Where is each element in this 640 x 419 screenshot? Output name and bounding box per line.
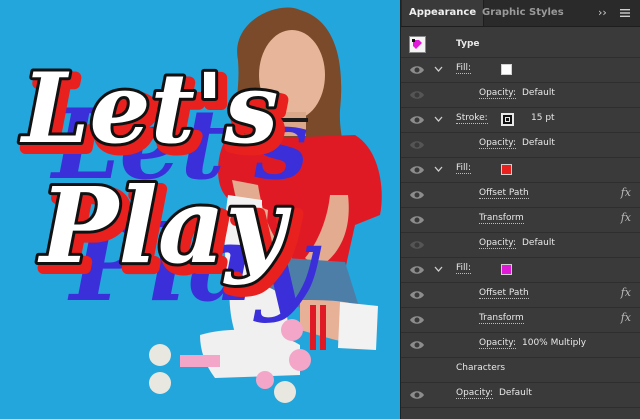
- collapse-panel-button[interactable]: ››: [598, 0, 607, 26]
- appearance-header-row[interactable]: Type: [401, 32, 640, 58]
- fill-color-swatch[interactable]: [501, 64, 512, 75]
- fx-icon[interactable]: fx: [621, 286, 631, 299]
- visibility-eye-icon[interactable]: [409, 114, 425, 126]
- opacity-row-3[interactable]: Opacity: Default: [401, 233, 640, 258]
- opacity-label[interactable]: Opacity:: [479, 338, 516, 349]
- fill-label[interactable]: Fill:: [456, 263, 472, 274]
- fill-label[interactable]: Fill:: [456, 63, 472, 74]
- opacity-row-5[interactable]: Opacity: Default: [401, 383, 640, 408]
- artwork-canvas[interactable]: Let's Play Let's Play Let's Play: [0, 0, 400, 419]
- offset-path-row-1[interactable]: Offset Path fx: [401, 183, 640, 208]
- chevron-down-icon[interactable]: [434, 66, 443, 72]
- opacity-row-1[interactable]: Opacity: Default: [401, 83, 640, 108]
- artwork-text-line1: Let's: [19, 52, 278, 165]
- opacity-label[interactable]: Opacity:: [479, 138, 516, 149]
- opacity-value: Default: [522, 88, 555, 98]
- fill-row-3[interactable]: Fill:: [401, 258, 640, 283]
- opacity-label[interactable]: Opacity:: [479, 238, 516, 249]
- stroke-weight-value[interactable]: 15 pt: [531, 113, 555, 123]
- characters-label: Characters: [456, 363, 506, 373]
- visibility-eye-icon[interactable]: [409, 214, 425, 226]
- fill-row-1[interactable]: Fill:: [401, 58, 640, 83]
- offset-path-row-2[interactable]: Offset Path fx: [401, 283, 640, 308]
- characters-row[interactable]: Characters: [401, 358, 640, 383]
- opacity-value: 100% Multiply: [522, 338, 587, 348]
- artwork-svg: Let's Play Let's Play Let's Play: [16, 7, 382, 403]
- visibility-eye-icon[interactable]: [409, 314, 425, 326]
- fill-color-swatch[interactable]: [501, 264, 512, 275]
- visibility-eye-icon[interactable]: [409, 164, 425, 176]
- chevron-down-icon[interactable]: [434, 266, 443, 272]
- tab-graphic-styles[interactable]: Graphic Styles: [475, 0, 571, 26]
- stroke-label[interactable]: Stroke:: [456, 113, 488, 124]
- fill-label[interactable]: Fill:: [456, 163, 472, 174]
- tab-appearance[interactable]: Appearance: [402, 0, 485, 26]
- type-thumbnail-icon: [409, 36, 426, 53]
- chevron-down-icon[interactable]: [434, 166, 443, 172]
- artwork-text-line2: Play: [37, 164, 292, 287]
- transform-row-1[interactable]: Transform fx: [401, 208, 640, 233]
- appearance-header-label: Type: [456, 39, 480, 49]
- effect-transform-link[interactable]: Transform: [479, 313, 524, 324]
- visibility-eye-icon[interactable]: [409, 264, 425, 276]
- opacity-label[interactable]: Opacity:: [479, 88, 516, 99]
- opacity-label[interactable]: Opacity:: [456, 388, 493, 399]
- fx-icon[interactable]: fx: [621, 211, 631, 224]
- fx-icon[interactable]: fx: [621, 186, 631, 199]
- chevron-down-icon[interactable]: [434, 116, 443, 122]
- panel-tab-bar: Appearance Graphic Styles ››: [401, 0, 640, 27]
- opacity-value: Default: [522, 138, 555, 148]
- opacity-row-2[interactable]: Opacity: Default: [401, 133, 640, 158]
- visibility-eye-icon[interactable]: [409, 64, 425, 76]
- visibility-eye-icon[interactable]: [409, 139, 425, 151]
- visibility-eye-icon[interactable]: [409, 239, 425, 251]
- effect-offset-path-link[interactable]: Offset Path: [479, 188, 529, 199]
- transform-row-2[interactable]: Transform fx: [401, 308, 640, 333]
- fill-color-swatch[interactable]: [501, 164, 512, 175]
- stroke-row[interactable]: Stroke: 15 pt: [401, 108, 640, 133]
- visibility-eye-icon[interactable]: [409, 189, 425, 201]
- opacity-value: Default: [499, 388, 532, 398]
- effect-transform-link[interactable]: Transform: [479, 213, 524, 224]
- opacity-value: Default: [522, 238, 555, 248]
- hamburger-menu-icon[interactable]: [619, 0, 631, 26]
- visibility-eye-icon[interactable]: [409, 289, 425, 301]
- stroke-color-swatch[interactable]: [501, 113, 514, 126]
- effect-offset-path-link[interactable]: Offset Path: [479, 288, 529, 299]
- fill-row-2[interactable]: Fill:: [401, 158, 640, 183]
- opacity-row-4[interactable]: Opacity: 100% Multiply: [401, 333, 640, 358]
- appearance-panel: Appearance Graphic Styles ›› Type Fill: …: [400, 0, 640, 419]
- visibility-eye-icon[interactable]: [409, 89, 425, 101]
- fx-icon[interactable]: fx: [621, 311, 631, 324]
- artwork-text-group[interactable]: Let's Play Let's Play Let's Play: [16, 49, 322, 325]
- visibility-eye-icon[interactable]: [409, 339, 425, 351]
- visibility-eye-icon[interactable]: [409, 389, 425, 401]
